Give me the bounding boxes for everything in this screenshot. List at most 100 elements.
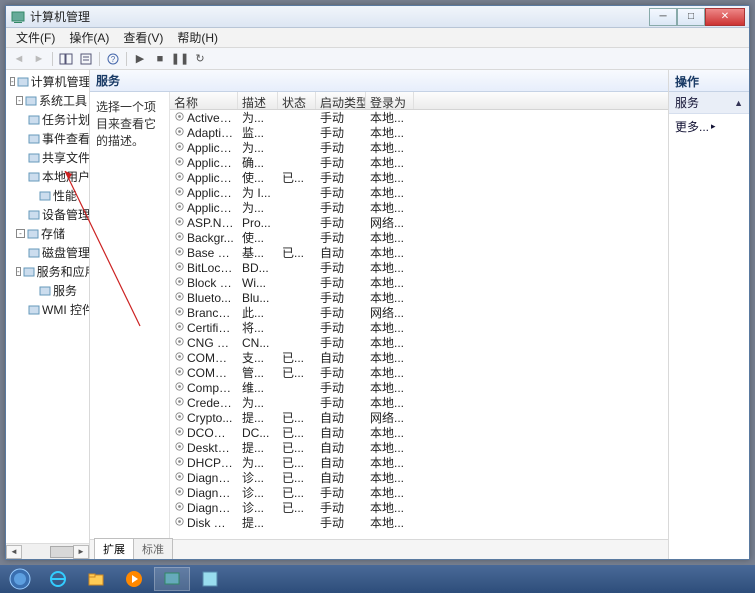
tab-standard[interactable]: 标准 xyxy=(133,538,173,559)
taskbar-explorer-icon[interactable] xyxy=(78,567,114,591)
col-desc[interactable]: 描述 xyxy=(238,92,278,109)
menu-view[interactable]: 查看(V) xyxy=(117,27,169,48)
actions-more[interactable]: 更多... ▸ xyxy=(669,114,749,139)
svc-name: Disk De... xyxy=(187,516,238,530)
tree-item[interactable]: 共享文件夹 xyxy=(6,148,89,167)
col-name[interactable]: 名称 xyxy=(170,92,238,109)
tree-item[interactable]: - 存储 xyxy=(6,224,89,243)
menu-action[interactable]: 操作(A) xyxy=(63,27,115,48)
col-status[interactable]: 状态 xyxy=(278,92,316,109)
table-row[interactable]: DHCP ...为...已...自动本地... xyxy=(170,455,668,470)
tree-item[interactable]: 本地用户和 xyxy=(6,167,89,186)
start-orb[interactable] xyxy=(2,567,38,591)
tree-expander[interactable]: - xyxy=(16,229,25,238)
table-row[interactable]: Backgr...使...手动本地... xyxy=(170,230,668,245)
table-row[interactable]: CNG K...CN...手动本地... xyxy=(170,335,668,350)
table-row[interactable]: COM+ ...支...已...自动本地... xyxy=(170,350,668,365)
gear-icon xyxy=(174,246,185,257)
table-row[interactable]: Diagno...诊...已...手动本地... xyxy=(170,500,668,515)
taskbar[interactable] xyxy=(0,565,755,593)
tree-item[interactable]: -服务和应用程 xyxy=(6,262,89,281)
col-startup[interactable]: 启动类型 xyxy=(316,92,366,109)
tree-item[interactable]: 事件查看器 xyxy=(6,129,89,148)
tree-item[interactable]: 性能 xyxy=(6,186,89,205)
table-row[interactable]: Crypto...提...已...自动网络... xyxy=(170,410,668,425)
menu-help[interactable]: 帮助(H) xyxy=(171,27,224,48)
tree-scrollbar[interactable]: ◄ ► xyxy=(6,543,89,559)
tree-label: 存储 xyxy=(41,225,65,242)
minimize-button[interactable]: ─ xyxy=(649,8,677,26)
table-row[interactable]: Diagno...诊...已...手动本地... xyxy=(170,485,668,500)
gear-icon xyxy=(174,321,185,332)
table-row[interactable]: Adaptiv...监...手动本地... xyxy=(170,125,668,140)
scroll-left-button[interactable]: ◄ xyxy=(6,545,22,559)
table-row[interactable]: Blueto...Blu...手动本地... xyxy=(170,290,668,305)
tree-item[interactable]: 服务 xyxy=(6,281,89,300)
restart-button[interactable]: ↻ xyxy=(191,50,209,68)
tree-pane: -计算机管理(本-系统工具任务计划程事件查看器共享文件夹本地用户和性能设备管理器… xyxy=(6,70,90,559)
tree-label: 计算机管理(本 xyxy=(31,73,89,90)
tree-expander[interactable]: - xyxy=(10,77,15,86)
tree-expander[interactable]: - xyxy=(16,96,23,105)
show-hide-button[interactable] xyxy=(57,50,75,68)
scroll-right-button[interactable]: ► xyxy=(73,545,89,559)
close-button[interactable]: ✕ xyxy=(705,8,745,26)
start-button[interactable]: ▶ xyxy=(131,50,149,68)
list-rows[interactable]: ActiveX...为...手动本地...Adaptiv...监...手动本地.… xyxy=(170,110,668,539)
tree-item[interactable]: WMI 控件 xyxy=(6,300,89,319)
gear-icon xyxy=(174,411,185,422)
chevron-up-icon[interactable]: ▲ xyxy=(734,98,743,108)
back-button[interactable]: ◄ xyxy=(10,50,28,68)
tab-extended[interactable]: 扩展 xyxy=(94,538,134,559)
taskbar-app-icon[interactable] xyxy=(192,567,228,591)
table-row[interactable]: Applica...使...已...手动本地... xyxy=(170,170,668,185)
menu-file[interactable]: 文件(F) xyxy=(10,27,61,48)
table-row[interactable]: ASP.NE...Pro...手动网络... xyxy=(170,215,668,230)
svc-name: DCOM ... xyxy=(187,426,237,440)
table-row[interactable]: BitLock...BD...手动本地... xyxy=(170,260,668,275)
stop-button[interactable]: ■ xyxy=(151,50,169,68)
table-row[interactable]: Creden...为...手动本地... xyxy=(170,395,668,410)
gear-icon xyxy=(174,291,185,302)
table-row[interactable]: COM+ ...管...已...手动本地... xyxy=(170,365,668,380)
table-row[interactable]: DCOM ...DC...已...自动本地... xyxy=(170,425,668,440)
table-row[interactable]: Applica...确...手动本地... xyxy=(170,155,668,170)
table-row[interactable]: Block L...Wi...手动本地... xyxy=(170,275,668,290)
table-row[interactable]: ActiveX...为...手动本地... xyxy=(170,110,668,125)
table-row[interactable]: Diagno...诊...已...自动本地... xyxy=(170,470,668,485)
tree-item[interactable]: - 计算机管理(本 xyxy=(6,72,89,91)
table-row[interactable]: Applica...为...手动本地... xyxy=(170,140,668,155)
table-row[interactable]: Compu...维...手动本地... xyxy=(170,380,668,395)
forward-button[interactable]: ► xyxy=(30,50,48,68)
table-row[interactable]: Branch...此...手动网络... xyxy=(170,305,668,320)
gear-icon xyxy=(174,366,185,377)
gear-icon xyxy=(174,426,185,437)
help-button[interactable]: ? xyxy=(104,50,122,68)
table-row[interactable]: Deskto...提...已...自动本地... xyxy=(170,440,668,455)
scroll-thumb[interactable] xyxy=(50,546,74,558)
table-row[interactable]: Base Fil...基...已...自动本地... xyxy=(170,245,668,260)
table-row[interactable]: Applica...为...手动本地... xyxy=(170,200,668,215)
col-logon[interactable]: 登录为 xyxy=(366,92,414,109)
table-row[interactable]: Disk De...提...手动本地... xyxy=(170,515,668,530)
properties-button[interactable] xyxy=(77,50,95,68)
svc-name: Blueto... xyxy=(187,291,231,305)
maximize-button[interactable]: □ xyxy=(677,8,705,26)
taskbar-ie-icon[interactable] xyxy=(40,567,76,591)
table-row[interactable]: Certific...将...手动本地... xyxy=(170,320,668,335)
gear-icon xyxy=(174,486,185,497)
tree-item[interactable]: 任务计划程 xyxy=(6,110,89,129)
tree-expander[interactable]: - xyxy=(16,267,21,276)
tree-item[interactable]: -系统工具 xyxy=(6,91,89,110)
titlebar[interactable]: 计算机管理 ─ □ ✕ xyxy=(6,6,749,28)
gear-icon xyxy=(174,501,185,512)
svc-name: Deskto... xyxy=(187,441,234,455)
table-row[interactable]: Applica...为 I...手动本地... xyxy=(170,185,668,200)
tree-item[interactable]: 磁盘管理 xyxy=(6,243,89,262)
actions-sub-label: 服务 xyxy=(675,94,699,111)
taskbar-mmc-icon[interactable] xyxy=(154,567,190,591)
tree-item[interactable]: 设备管理器 xyxy=(6,205,89,224)
scroll-track[interactable] xyxy=(22,545,73,559)
pause-button[interactable]: ❚❚ xyxy=(171,50,189,68)
taskbar-media-icon[interactable] xyxy=(116,567,152,591)
